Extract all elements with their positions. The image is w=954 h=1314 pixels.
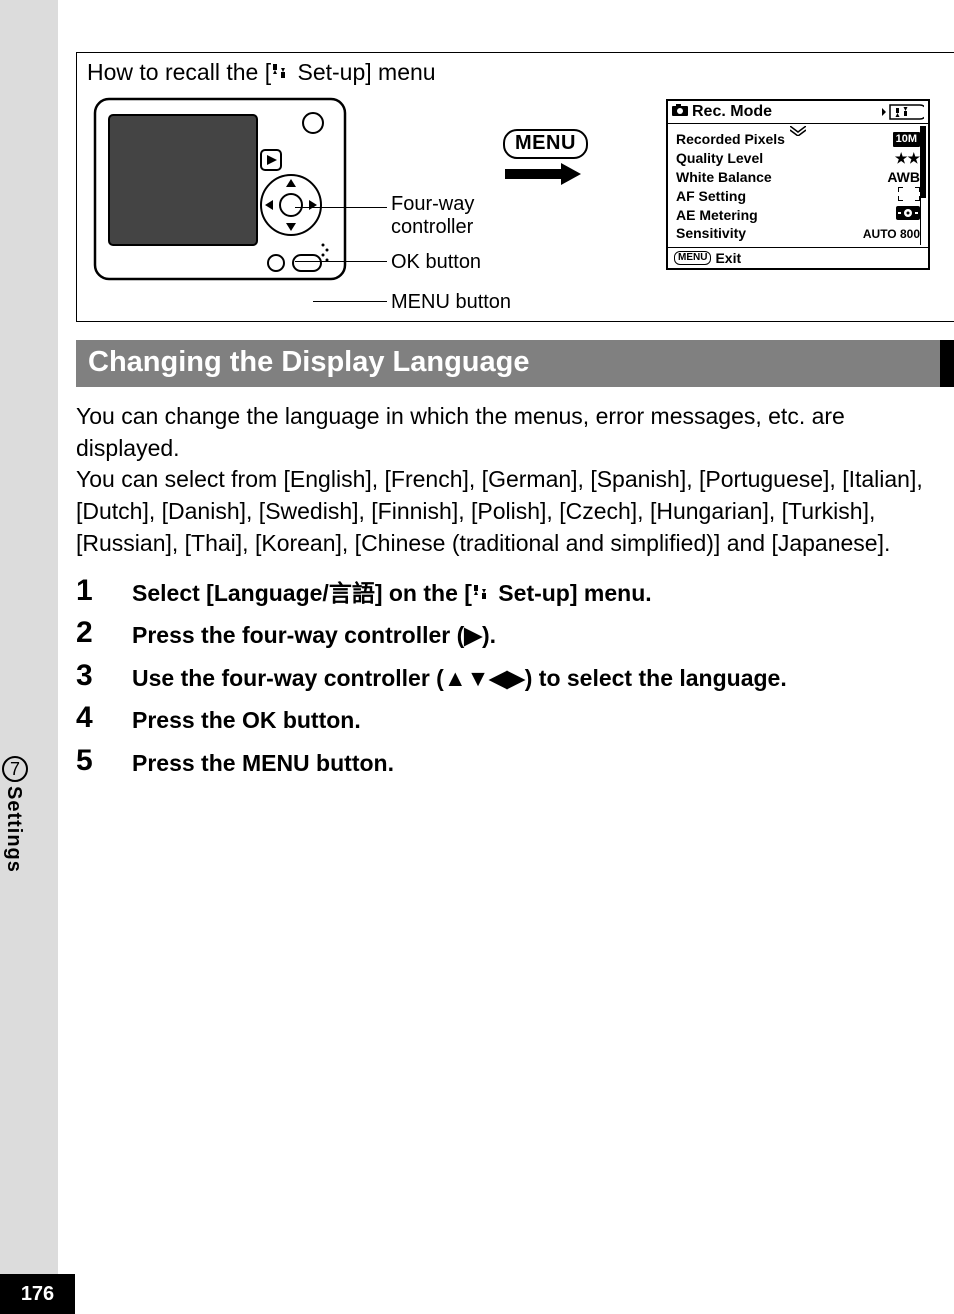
arrow-right-icon — [505, 163, 581, 190]
step-item: 4 Press the OK button. — [76, 701, 940, 738]
step-text: Press the OK button. — [132, 701, 361, 738]
step-item: 5 Press the MENU button. — [76, 744, 940, 781]
side-tab-number: 7 — [2, 756, 28, 782]
setup-icon — [271, 62, 291, 82]
step-number: 5 — [76, 744, 102, 777]
rec-row: AF Setting — [676, 187, 920, 206]
rec-mode-footer: MENU Exit — [668, 247, 928, 268]
recall-title: How to recall the [ Set-up] menu — [87, 59, 944, 86]
intro-paragraph: You can change the language in which the… — [76, 401, 954, 560]
step-number: 2 — [76, 616, 102, 649]
rec-mode-label: Rec. Mode — [692, 103, 772, 121]
menu-badge: MENU — [503, 129, 588, 159]
rec-mode-tab-right — [880, 103, 924, 121]
step-item: 3 Use the four-way controller (▲▼◀▶) to … — [76, 659, 940, 696]
left-margin — [0, 0, 58, 1314]
step-text: Use the four-way controller (▲▼◀▶) to se… — [132, 659, 787, 696]
scroll-down-arrows-icon — [790, 123, 806, 141]
rec-mode-panel: Rec. Mode Recorded Pixels 10M — [666, 99, 930, 270]
camera-icon — [672, 103, 688, 121]
section-title: Changing the Display Language — [76, 340, 954, 387]
step-text-part: ] on the [ — [375, 580, 472, 606]
rec-row-label: AF Setting — [676, 187, 746, 206]
callout-line — [295, 207, 387, 208]
side-tab-label: Settings — [2, 786, 25, 873]
rec-row-label: Quality Level — [676, 149, 763, 168]
rec-row: Quality Level ★★ — [676, 149, 920, 168]
callout-line — [295, 261, 387, 262]
step-item: 2 Press the four-way controller (▶). — [76, 616, 940, 653]
callout-line — [313, 301, 387, 302]
recall-title-suffix: Set-up] menu — [291, 59, 435, 85]
setup-icon — [472, 583, 492, 603]
metering-icon — [896, 206, 920, 225]
step-text: Select [Language/言語] on the [ Set-up] me… — [132, 574, 652, 611]
callout-four-way: Four-way controller — [391, 193, 474, 239]
quality-stars: ★★ — [895, 149, 920, 168]
step-number: 3 — [76, 659, 102, 692]
rec-row: White Balance AWB — [676, 168, 920, 187]
side-tab: 7 Settings — [2, 756, 28, 873]
rec-row: Sensitivity AUTO 800 — [676, 224, 920, 243]
pixels-chip: 10M — [893, 132, 920, 147]
step-text-part: Set-up] menu. — [492, 580, 652, 606]
step-text-part: Select [Language/ — [132, 580, 329, 606]
af-brackets-icon — [898, 187, 920, 206]
step-text: Press the MENU button. — [132, 744, 394, 781]
step-text-jp: 言語 — [329, 580, 375, 606]
rec-scrollbar — [920, 126, 926, 245]
rec-row-label: Sensitivity — [676, 224, 746, 243]
recall-title-prefix: How to recall the [ — [87, 59, 271, 85]
callout-menu-button: MENU button — [391, 291, 511, 314]
page-number: 176 — [0, 1274, 75, 1314]
callout-ok-button: OK button — [391, 251, 481, 274]
step-item: 1 Select [Language/言語] on the [ Set-up] … — [76, 574, 940, 611]
menu-chip: MENU — [674, 251, 711, 265]
step-text: Press the four-way controller (▶). — [132, 616, 496, 653]
sensitivity-value: AUTO 800 — [863, 226, 920, 242]
rec-row: AE Metering — [676, 206, 920, 225]
rec-row-label: AE Metering — [676, 206, 758, 225]
rec-mode-body: Recorded Pixels 10M Quality Level ★★ Whi… — [668, 124, 928, 247]
rec-mode-header: Rec. Mode — [668, 101, 928, 124]
exit-label: Exit — [715, 250, 741, 266]
step-number: 4 — [76, 701, 102, 734]
steps-list: 1 Select [Language/言語] on the [ Set-up] … — [76, 574, 954, 781]
rec-row-label: White Balance — [676, 168, 772, 187]
recall-setup-box: How to recall the [ Set-up] menu — [76, 52, 954, 322]
awb-value: AWB — [887, 168, 920, 187]
rec-row-label: Recorded Pixels — [676, 130, 785, 149]
step-number: 1 — [76, 574, 102, 607]
